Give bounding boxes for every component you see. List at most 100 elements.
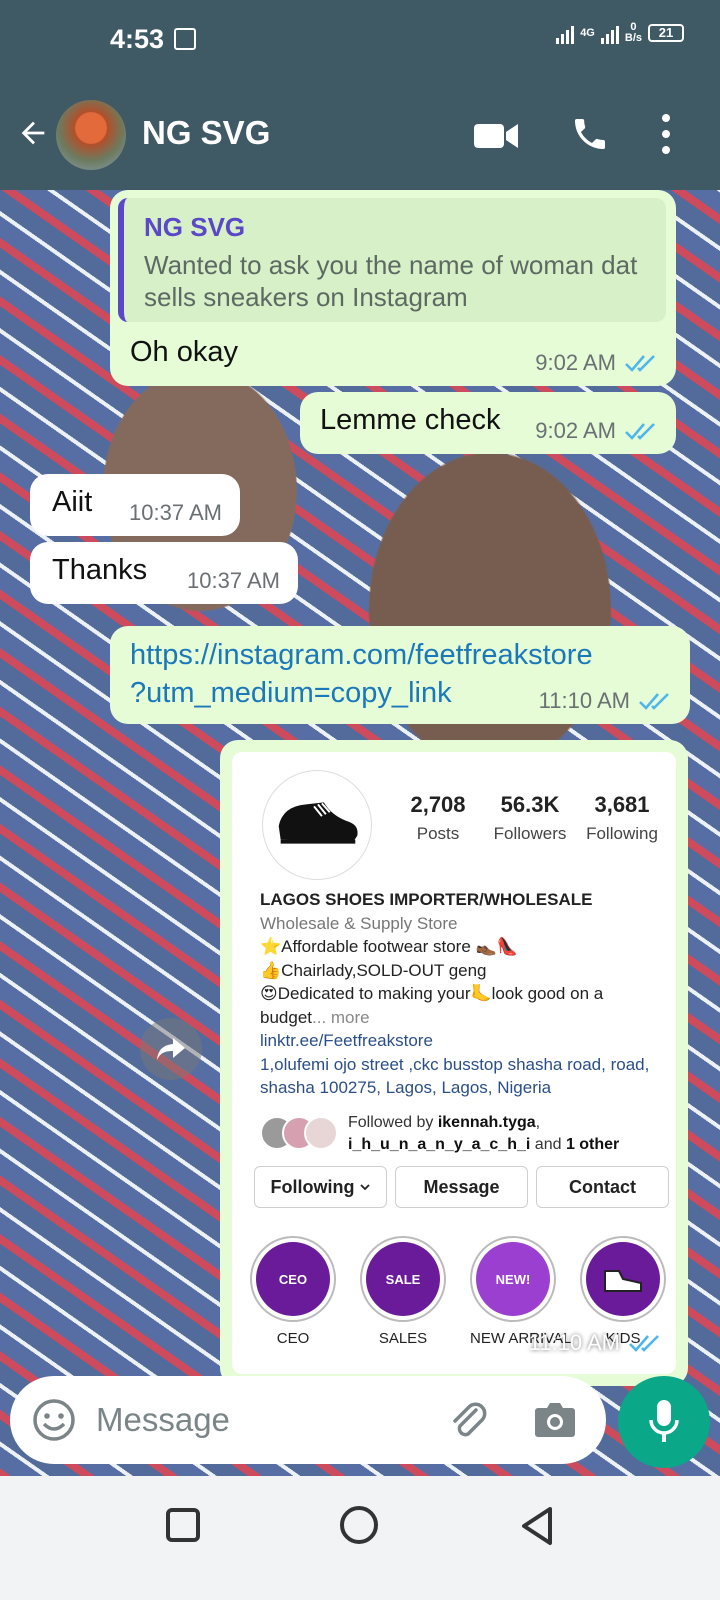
sneaker-logo-icon [278,802,358,844]
stat-label: Posts [416,824,460,843]
bio-line: 👍Chairlady,SOLD-OUT geng [260,960,487,980]
bio-line: ⭐Affordable footwear store 👞👠 [260,937,518,956]
bio-line: budget [260,1007,312,1027]
status-indicators: 4G 0 B/s 21 [556,22,684,44]
nav-back-icon[interactable] [520,1506,554,1546]
quoted-reply-text: Wanted to ask you the name of woman dat … [144,250,638,312]
system-navigation-bar [0,1476,720,1600]
followed-by: Followed by ikennah.tyga, i_h_u_n_a_n_y_… [260,1112,670,1156]
message-time: 10:37 AM [187,568,280,593]
camera-icon[interactable] [534,1400,576,1438]
message-time: 11:10 AM [538,688,630,713]
store-logo [262,770,372,880]
message-meta: 11:10 AM [539,688,672,714]
following-button: Following [254,1166,387,1208]
forward-button[interactable] [140,1018,202,1080]
read-receipt-icon [625,423,655,440]
message-input[interactable] [96,1398,416,1442]
message-bubble-incoming[interactable]: Aiit 10:37 AM [30,474,240,536]
more-options-icon[interactable] [660,112,672,156]
stat-posts: 2,708 Posts [392,792,484,844]
bio-website-link: linktr.ee/Feetfreakstore [260,1031,433,1050]
recent-apps-icon[interactable] [166,1508,200,1542]
highlight-sales: SALE SALES [360,1236,446,1347]
follower-avatars [260,1116,340,1150]
attach-icon[interactable] [446,1398,490,1442]
stat-label: Following [586,824,658,843]
message-meta: 10:37 AM [187,568,280,594]
signal-icon [556,22,575,44]
message-link-line: https://instagram.com/feetfreakstore [130,639,593,671]
read-receipt-icon [629,1335,659,1352]
network-type: 4G [580,26,595,39]
bio-title: LAGOS SHOES IMPORTER/WHOLESALE [260,890,593,909]
forward-icon [157,1038,185,1060]
message-time: 9:02 AM [535,350,616,375]
shoe-icon [586,1242,660,1316]
quoted-reply-author: NG SVG [144,212,246,242]
message-meta: 10:37 AM [129,500,222,526]
message-link[interactable]: https://instagram.com/feetfreakstore ?ut… [130,636,593,712]
signal-icon-2 [600,22,619,44]
bio-address: 1,olufemi ojo street ,ckc busstop shasha… [260,1054,650,1098]
chat-header: NG SVG [0,82,720,190]
image-message-bubble[interactable]: 2,708 Posts 56.3K Followers 3,681 Follow… [220,740,688,1386]
message-text: Aiit [52,486,93,518]
network-speed-unit: B/s [624,32,642,44]
network-speed: 0 B/s [625,22,642,44]
status-bar: 4:53 4G 0 B/s 21 [0,0,720,82]
message-bubble-outgoing[interactable]: NG SVG Wanted to ask you the name of wom… [110,190,676,386]
stat-following: 3,681 Following [576,792,668,844]
bio-more-link: ... more [312,1007,370,1027]
contact-avatar[interactable] [56,100,126,170]
message-time: 10:37 AM [129,500,222,525]
message-time: 9:02 AM [535,418,616,443]
stat-followers: 56.3K Followers [484,792,576,844]
profile-bio: LAGOS SHOES IMPORTER/WHOLESALE Wholesale… [260,888,660,1100]
new-badge-icon: NEW! [476,1242,550,1316]
message-link-line: ?utm_medium=copy_link [130,677,452,709]
voice-call-icon[interactable] [570,114,610,154]
read-receipt-icon [625,355,655,372]
message-meta: 9:02 AM [535,418,658,444]
message-compose-bar [10,1376,606,1464]
highlight-label: CEO [276,1330,310,1347]
message-button: Message [395,1166,528,1208]
stat-value: 56.3K [500,792,560,817]
bio-line: 😍Dedicated to making your🦶look good on a [260,984,604,1003]
message-text: Oh okay [130,336,238,368]
quoted-reply[interactable]: NG SVG Wanted to ask you the name of wom… [118,198,666,322]
message-time: 11:10 AM [528,1330,620,1355]
video-call-icon[interactable] [474,120,518,152]
stat-value: 2,708 [410,792,466,817]
message-bubble-outgoing[interactable]: https://instagram.com/feetfreakstore ?ut… [110,626,690,724]
back-arrow-icon[interactable] [16,116,50,150]
ceo-badge-icon: CEO [256,1242,330,1316]
following-button-label: Following [270,1176,355,1197]
contact-name[interactable]: NG SVG [142,114,270,152]
stat-label: Followers [493,824,567,843]
message-meta: 11:10 AM [529,1330,662,1356]
screen-record-icon [174,28,196,50]
microphone-icon [649,1400,679,1442]
followed-by-text: Followed by ikennah.tyga, i_h_u_n_a_n_y_… [348,1114,620,1153]
status-time: 4:53 [110,24,165,54]
stat-value: 3,681 [594,792,650,817]
highlight-ceo: CEO CEO [250,1236,336,1347]
microphone-button[interactable] [618,1376,710,1468]
message-bubble-incoming[interactable]: Thanks 10:37 AM [30,542,298,604]
message-text: Lemme check [320,404,501,436]
home-icon[interactable] [340,1506,378,1544]
chevron-down-icon [360,1184,371,1191]
profile-action-buttons: Following Message Contact [254,1166,669,1208]
highlight-label: SALES [378,1330,428,1347]
instagram-profile-screenshot[interactable]: 2,708 Posts 56.3K Followers 3,681 Follow… [232,752,676,1374]
message-bubble-outgoing[interactable]: Lemme check 9:02 AM [300,392,676,454]
profile-stats: 2,708 Posts 56.3K Followers 3,681 Follow… [392,792,668,844]
emoji-icon[interactable] [32,1398,76,1442]
sale-tag-icon: SALE [366,1242,440,1316]
contact-button: Contact [536,1166,669,1208]
bio-category: Wholesale & Supply Store [260,913,458,933]
message-text: Thanks [52,554,148,586]
battery-icon: 21 [648,24,684,42]
